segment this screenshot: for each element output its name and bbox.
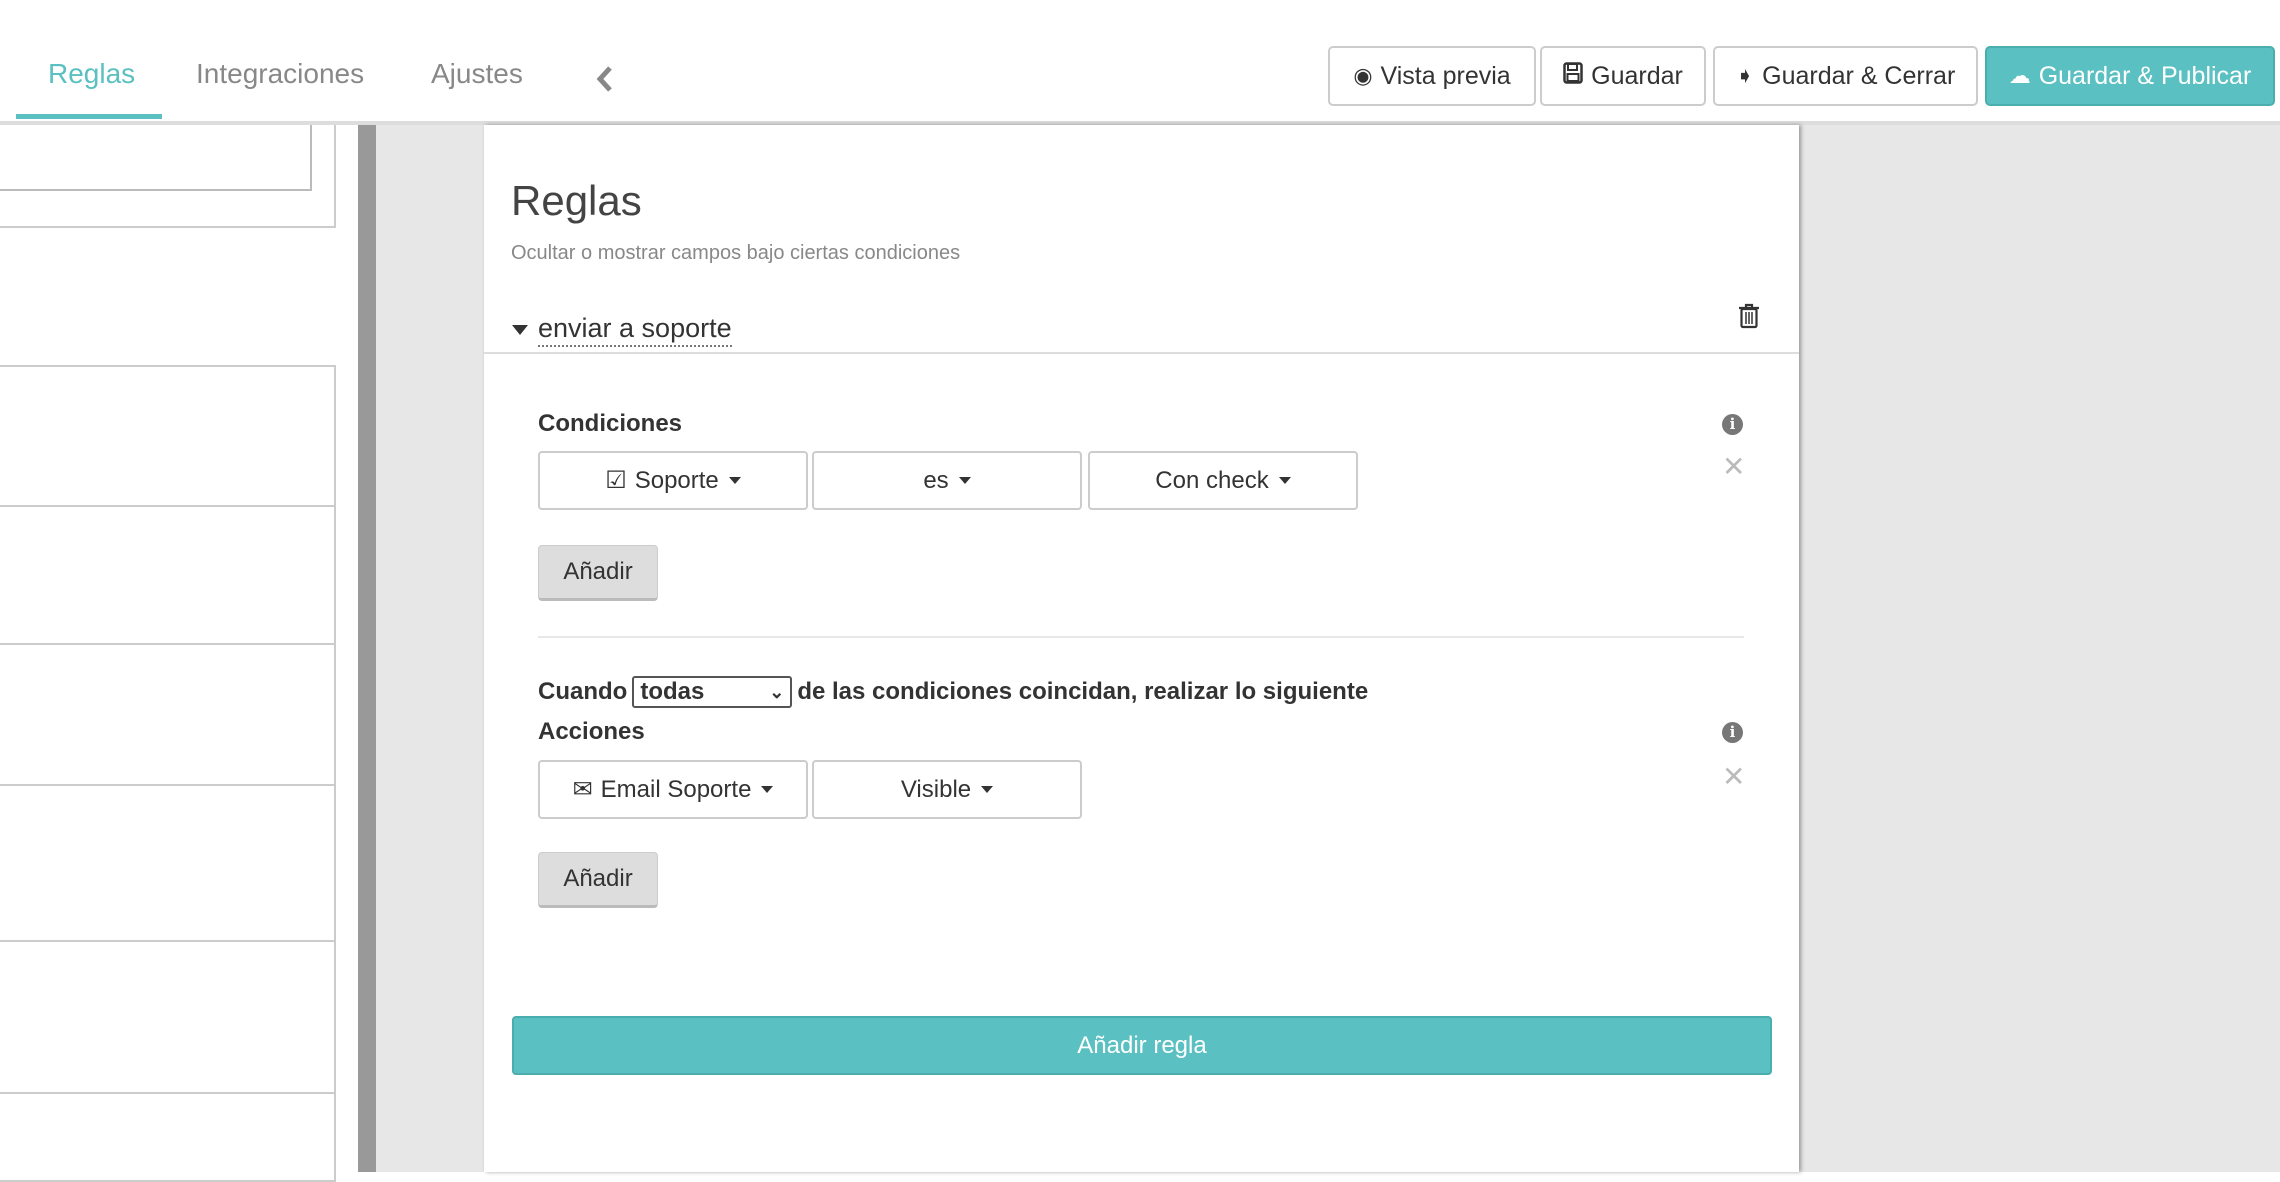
field-item[interactable] — [0, 940, 336, 1094]
chevron-left-icon[interactable] — [592, 64, 616, 94]
rule-name[interactable]: enviar a soporte — [538, 313, 732, 347]
add-action-button[interactable]: Añadir — [538, 852, 658, 908]
save-publish-button[interactable]: ☁ Guardar & Publicar — [1985, 46, 2275, 106]
panel-subtitle: Ocultar o mostrar campos bajo ciertas co… — [511, 242, 961, 264]
splitter-handle[interactable] — [358, 125, 376, 1172]
preview-button[interactable]: ◉ Vista previa — [1328, 46, 1536, 106]
caret-down-icon — [761, 786, 774, 793]
field-item[interactable] — [0, 125, 336, 228]
caret-down-icon — [1278, 477, 1291, 484]
sign-out-icon: ➧ — [1735, 63, 1755, 88]
add-condition-button[interactable]: Añadir — [538, 545, 658, 601]
info-icon[interactable]: i — [1722, 414, 1743, 435]
field-input[interactable] — [0, 125, 312, 191]
caret-down-icon — [981, 786, 994, 793]
caret-down-icon — [728, 477, 741, 484]
remove-action-icon[interactable]: ✕ — [1722, 760, 1745, 793]
add-rule-button[interactable]: Añadir regla — [512, 1016, 1772, 1075]
action-value-dropdown[interactable]: Visible — [812, 760, 1082, 819]
floppy-disk-icon — [1563, 61, 1583, 91]
match-select[interactable]: todas ⌄ — [632, 676, 793, 708]
actions-label: Acciones — [538, 718, 645, 745]
cloud-upload-icon: ☁ — [2008, 63, 2031, 88]
active-tab-indicator — [16, 114, 162, 119]
section-divider — [538, 636, 1744, 638]
trash-icon[interactable] — [1738, 303, 1760, 334]
field-item[interactable] — [0, 784, 336, 942]
rules-panel: Reglas Ocultar o mostrar campos bajo cie… — [484, 125, 1799, 1172]
conditions-label: Condiciones — [538, 410, 683, 437]
rule-header-toggle[interactable]: enviar a soporte — [512, 313, 732, 347]
field-item[interactable] — [0, 505, 336, 645]
check-square-icon: ☑ — [605, 467, 627, 494]
tab-ajustes[interactable]: Ajustes — [431, 58, 523, 90]
action-field-dropdown[interactable]: ✉ Email Soporte — [538, 760, 808, 819]
left-field-list — [0, 125, 336, 1182]
info-icon[interactable]: i — [1722, 722, 1743, 743]
envelope-icon: ✉ — [572, 776, 593, 803]
condition-operator-dropdown[interactable]: es — [812, 451, 1082, 510]
panel-title: Reglas — [511, 177, 642, 224]
caret-down-icon — [958, 477, 971, 484]
save-close-button[interactable]: ➧ Guardar & Cerrar — [1713, 46, 1978, 106]
condition-field-dropdown[interactable]: ☑ Soporte — [538, 451, 808, 510]
field-item[interactable] — [0, 365, 336, 507]
match-sentence: Cuando todas ⌄ de las condiciones coincid… — [538, 676, 1368, 708]
save-button[interactable]: Guardar — [1540, 46, 1706, 106]
field-item[interactable] — [0, 1092, 336, 1182]
chevron-down-icon: ⌄ — [769, 681, 785, 702]
condition-value-dropdown[interactable]: Con check — [1088, 451, 1358, 510]
tab-integraciones[interactable]: Integraciones — [196, 58, 364, 90]
remove-condition-icon[interactable]: ✕ — [1722, 450, 1745, 483]
caret-down-icon — [512, 325, 528, 335]
rule-divider — [484, 352, 1799, 354]
eye-icon: ◉ — [1353, 63, 1373, 88]
field-item[interactable] — [0, 643, 336, 786]
tab-reglas[interactable]: Reglas — [48, 58, 135, 90]
